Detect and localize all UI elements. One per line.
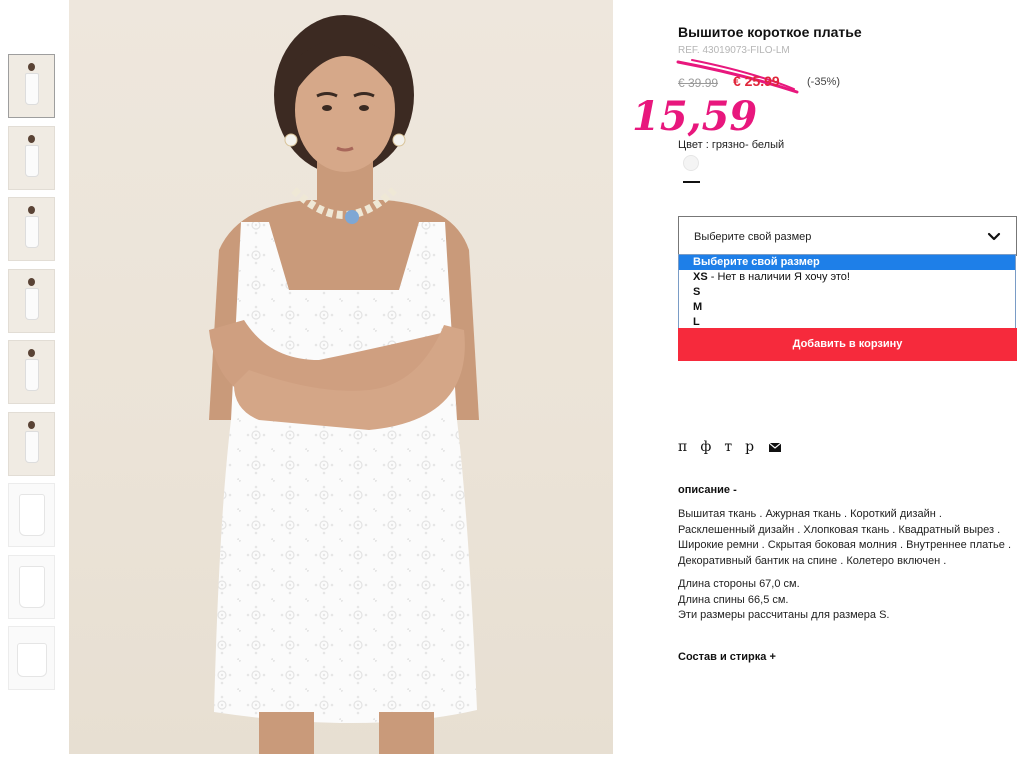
thumbnail-image[interactable] <box>8 54 55 118</box>
add-to-cart-button[interactable]: Добавить в корзину <box>678 328 1017 361</box>
size-select[interactable]: Выберите свой размер <box>678 216 1017 256</box>
description-paragraph: Вышитая ткань . Ажурная ткань . Короткий… <box>678 508 1012 567</box>
product-ref: REF. 43019073-FILO-LM <box>678 45 790 56</box>
share-reddit-icon[interactable]: р <box>745 439 754 455</box>
thumbnail-image[interactable] <box>8 411 55 476</box>
mail-icon[interactable] <box>769 442 782 452</box>
share-pinterest-icon[interactable]: п <box>678 439 687 455</box>
thumbnail-image[interactable] <box>8 554 55 619</box>
color-label: Цвет : грязно- белый <box>678 139 785 151</box>
handwritten-price: 15,59 <box>632 93 758 140</box>
model-in-dress-image <box>209 15 479 754</box>
sale-price: € 25.99 <box>733 73 780 89</box>
share-links: п ф т р <box>678 439 782 455</box>
size-option[interactable]: M <box>679 300 1015 315</box>
size-option[interactable]: Выберите свой размер <box>679 255 1015 270</box>
measurement-note: Эти размеры рассчитаны для размера S. <box>678 609 890 621</box>
thumbnail-gallery <box>8 54 55 698</box>
measurement-side: Длина стороны 67,0 см. <box>678 578 800 590</box>
thumbnail-image[interactable] <box>8 197 55 261</box>
original-price: € 39.99 <box>678 76 719 90</box>
selected-swatch-indicator <box>683 181 700 183</box>
product-title: Вышитое короткое платье <box>678 24 862 40</box>
thumbnail-image[interactable] <box>8 483 55 547</box>
thumbnail-image[interactable] <box>8 626 55 690</box>
composition-toggle[interactable]: Состав и стирка + <box>678 651 776 663</box>
description-toggle[interactable]: описание - <box>678 484 737 496</box>
thumbnail-image[interactable] <box>8 340 55 404</box>
color-swatch[interactable] <box>683 155 699 171</box>
measurement-back: Длина спины 66,5 см. <box>678 593 789 606</box>
share-facebook-icon[interactable]: ф <box>700 439 711 455</box>
size-option[interactable]: S <box>679 285 1015 300</box>
chevron-down-icon <box>987 232 1001 241</box>
main-product-image[interactable] <box>69 0 613 754</box>
size-option[interactable]: XS - Нет в наличии Я хочу это! <box>679 270 1015 285</box>
size-select-label: Выберите свой размер <box>694 231 812 243</box>
share-twitter-icon[interactable]: т <box>724 439 732 455</box>
discount-badge: (-35%) <box>807 76 841 88</box>
size-dropdown-list: Выберите свой размер XS - Нет в наличии … <box>678 254 1016 331</box>
thumbnail-image[interactable] <box>8 268 55 333</box>
description-text: Вышитая ткань . Ажурная ткань . Короткий… <box>678 507 1018 624</box>
thumbnail-image[interactable] <box>8 125 55 190</box>
